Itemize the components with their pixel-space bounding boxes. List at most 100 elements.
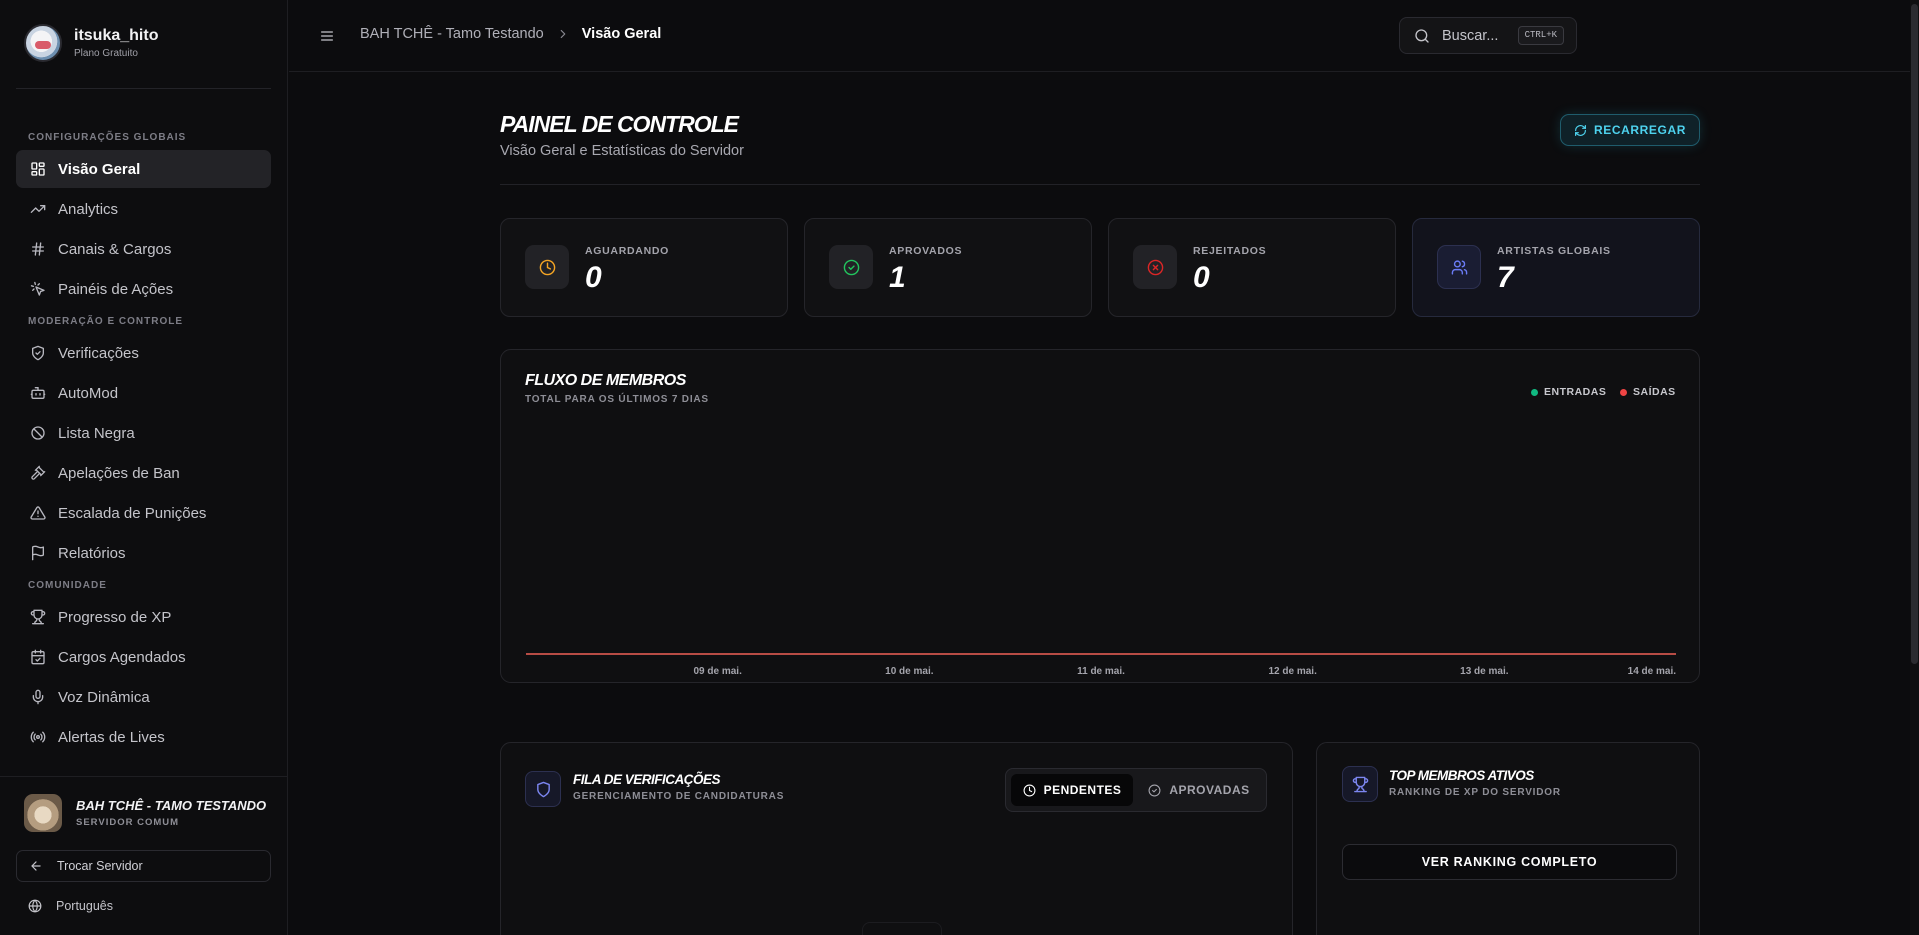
- x-tick-label: 12 de mai.: [1268, 666, 1317, 677]
- top-members-card: TOP MEMBROS ATIVOS RANKING DE XP DO SERV…: [1316, 742, 1700, 935]
- clock-icon: [1023, 784, 1036, 797]
- tab-label: PENDENTES: [1043, 783, 1122, 797]
- tab-aprovadas[interactable]: APROVADAS: [1137, 774, 1261, 806]
- x-tick-label: 13 de mai.: [1460, 666, 1509, 677]
- queue-icon-box: [525, 771, 561, 807]
- sidebar-divider: [16, 88, 271, 89]
- verification-queue-card: FILA DE VERIFICAÇÕES GERENCIAMENTO DE CA…: [500, 742, 1293, 935]
- globe-icon: [28, 899, 42, 913]
- flag-icon: [30, 545, 46, 561]
- sidebar-item-label: Canais & Cargos: [58, 240, 172, 258]
- queue-subtitle: GERENCIAMENTO DE CANDIDATURAS: [573, 791, 785, 802]
- breadcrumb-server-link[interactable]: BAH TCHÊ - Tamo Testando: [360, 26, 544, 42]
- radio-icon: [30, 729, 46, 745]
- nav-section-title: COMUNIDADE: [28, 580, 107, 591]
- tab-pendentes[interactable]: PENDENTES: [1011, 774, 1133, 806]
- stat-label: AGUARDANDO: [585, 245, 669, 257]
- queue-tabs: PENDENTES APROVADAS: [1005, 768, 1267, 812]
- top-members-title: TOP MEMBROS ATIVOS: [1389, 768, 1534, 783]
- search-placeholder: Buscar...: [1442, 27, 1499, 44]
- reload-button[interactable]: RECARREGAR: [1560, 114, 1700, 146]
- x-circle-icon: [1147, 259, 1164, 276]
- x-tick-label: 11 de mai.: [1077, 666, 1125, 677]
- sidebar-item-visao-geral[interactable]: Visão Geral: [16, 150, 271, 188]
- sidebar-item-automod[interactable]: AutoMod: [16, 374, 271, 412]
- member-flow-card: FLUXO DE MEMBROS TOTAL PARA OS ÚLTIMOS 7…: [500, 349, 1700, 683]
- stat-value: 0: [1193, 261, 1210, 294]
- top-members-subtitle: RANKING DE XP DO SERVIDOR: [1389, 787, 1561, 798]
- chevron-right-icon: [556, 27, 570, 41]
- click-icon: [30, 281, 46, 297]
- x-tick-label: 10 de mai.: [885, 666, 934, 677]
- sidebar-item-label: Relatórios: [58, 544, 126, 562]
- trophy-icon: [30, 609, 46, 625]
- x-tick-label: 09 de mai.: [693, 666, 742, 677]
- stat-card-artistas-globais: ARTISTAS GLOBAIS 7: [1412, 218, 1700, 317]
- shield-check-icon: [30, 345, 46, 361]
- sidebar-item-apelacoes-ban[interactable]: Apelações de Ban: [16, 454, 271, 492]
- tab-label: APROVADAS: [1169, 783, 1250, 797]
- sidebar-item-cargos-agendados[interactable]: Cargos Agendados: [16, 638, 271, 676]
- gavel-icon: [30, 465, 46, 481]
- stat-label: REJEITADOS: [1193, 245, 1267, 257]
- sidebar-item-label: Escalada de Punições: [58, 504, 207, 522]
- stat-value: 1: [889, 261, 906, 294]
- user-profile[interactable]: itsuka_hito Plano Gratuito: [24, 22, 158, 64]
- switch-server-button[interactable]: Trocar Servidor: [16, 850, 271, 882]
- search-button[interactable]: Buscar... CTRL+K: [1399, 17, 1577, 54]
- sidebar-item-label: Apelações de Ban: [58, 464, 180, 482]
- empty-state-placeholder: [862, 922, 942, 935]
- sidebar-item-label: Visão Geral: [58, 160, 141, 178]
- sidebar-item-label: Analytics: [58, 200, 119, 218]
- server-avatar: [24, 794, 62, 832]
- switch-server-label: Trocar Servidor: [57, 859, 143, 873]
- warning-icon: [30, 505, 46, 521]
- page-subtitle: Visão Geral e Estatísticas do Servidor: [500, 143, 744, 159]
- sidebar-item-label: Verificações: [58, 344, 139, 362]
- sidebar-item-label: Cargos Agendados: [58, 648, 186, 666]
- stat-card-aguardando: AGUARDANDO 0: [500, 218, 788, 317]
- check-circle-icon: [843, 259, 860, 276]
- stat-label: ARTISTAS GLOBAIS: [1497, 245, 1611, 257]
- stat-card-rejeitados: REJEITADOS 0: [1108, 218, 1396, 317]
- user-name: itsuka_hito: [74, 27, 159, 44]
- sidebar-item-analytics[interactable]: Analytics: [16, 190, 271, 228]
- sidebar-item-verificacoes[interactable]: Verificações: [16, 334, 271, 372]
- scrollbar-thumb[interactable]: [1911, 4, 1918, 664]
- sidebar-item-paineis-acoes[interactable]: Painéis de Ações: [16, 270, 271, 308]
- search-icon: [1414, 28, 1430, 44]
- main-content: PAINEL DE CONTROLE Visão Geral e Estatís…: [289, 73, 1909, 935]
- grid-icon: [30, 161, 46, 177]
- menu-icon[interactable]: [319, 28, 335, 44]
- language-selector[interactable]: Português: [28, 899, 113, 913]
- language-label: Português: [56, 899, 113, 913]
- breadcrumb: BAH TCHÊ - Tamo Testando Visão Geral: [360, 26, 661, 42]
- view-ranking-button[interactable]: VER RANKING COMPLETO: [1342, 844, 1677, 880]
- sidebar-nav: CONFIGURAÇÕES GLOBAIS Visão Geral Analyt…: [0, 126, 288, 774]
- server-name: BAH TCHÊ - TAMO TESTANDO: [76, 798, 267, 813]
- stat-icon-box: [829, 245, 873, 289]
- header-divider: [500, 184, 1700, 185]
- nav-section-title: MODERAÇÃO E CONTROLE: [28, 316, 183, 327]
- hash-icon: [30, 241, 46, 257]
- sidebar: itsuka_hito Plano Gratuito CONFIGURAÇÕES…: [0, 0, 288, 935]
- sidebar-item-label: Painéis de Ações: [58, 280, 174, 298]
- sidebar-item-progresso-xp[interactable]: Progresso de XP: [16, 598, 271, 636]
- topbar: BAH TCHÊ - Tamo Testando Visão Geral Bus…: [289, 0, 1919, 72]
- sidebar-item-escalada-punicoes[interactable]: Escalada de Punições: [16, 494, 271, 532]
- avatar: [24, 24, 62, 62]
- sidebar-item-alertas-lives[interactable]: Alertas de Lives: [16, 718, 271, 756]
- sidebar-item-voz-dinamica[interactable]: Voz Dinâmica: [16, 678, 271, 716]
- stat-icon-box: [1437, 245, 1481, 289]
- sidebar-item-lista-negra[interactable]: Lista Negra: [16, 414, 271, 452]
- x-tick-label: 14 de mai.: [1628, 666, 1677, 677]
- trophy-icon: [1352, 776, 1369, 793]
- nav-section-title: CONFIGURAÇÕES GLOBAIS: [28, 132, 187, 143]
- sidebar-item-label: Lista Negra: [58, 424, 135, 442]
- page-title: PAINEL DE CONTROLE: [500, 111, 739, 137]
- stat-icon-box: [1133, 245, 1177, 289]
- refresh-icon: [1574, 124, 1587, 137]
- sidebar-item-label: Progresso de XP: [58, 608, 172, 626]
- sidebar-item-canais-cargos[interactable]: Canais & Cargos: [16, 230, 271, 268]
- sidebar-item-relatorios[interactable]: Relatórios: [16, 534, 271, 572]
